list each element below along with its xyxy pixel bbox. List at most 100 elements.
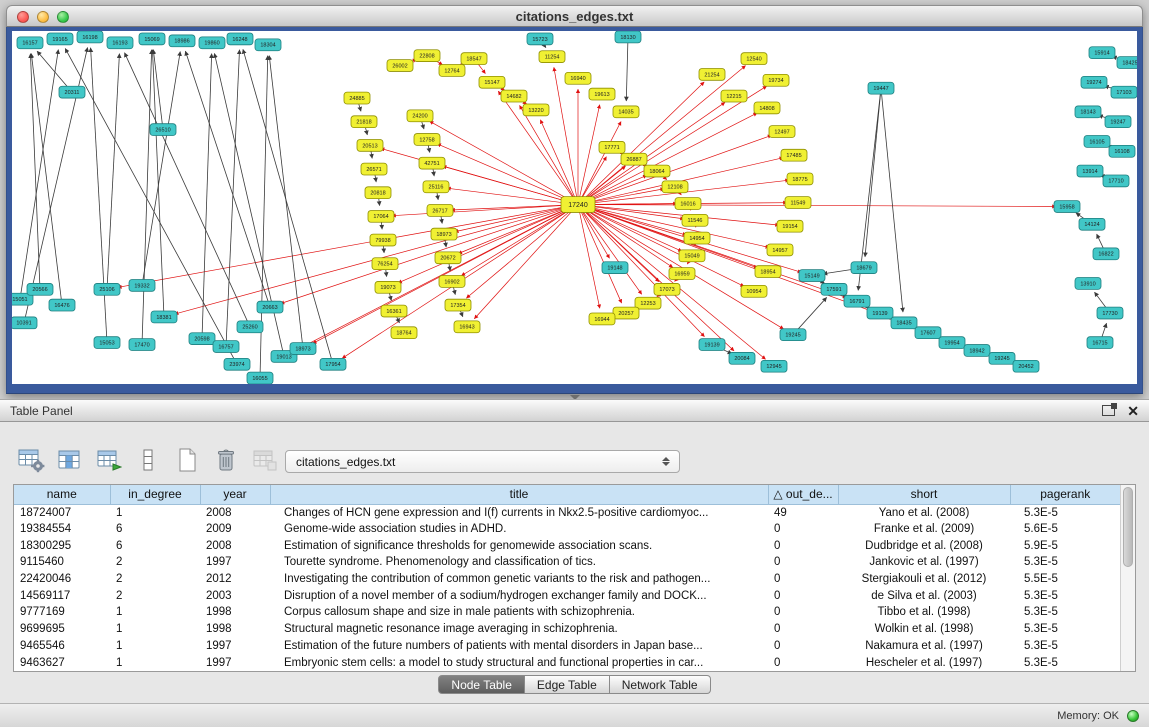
cell-name[interactable]: 9463627 <box>14 654 110 671</box>
import-table-icon[interactable] <box>250 446 280 474</box>
table-row[interactable]: 2242004622012Investigating the contribut… <box>14 571 1120 588</box>
table-row[interactable]: 946554611997Estimation of the future num… <box>14 638 1120 655</box>
graph-node[interactable]: 26510 <box>150 124 176 136</box>
graph-node[interactable]: 19860 <box>199 37 225 49</box>
cell-name[interactable]: 18724007 <box>14 504 110 521</box>
cell-title[interactable]: Embryonic stem cells: a model to study s… <box>270 654 768 671</box>
graph-node[interactable]: 10954 <box>741 285 767 297</box>
graph-node[interactable]: 12215 <box>721 90 747 102</box>
cell-name[interactable]: 18300295 <box>14 537 110 554</box>
cell-out_degree[interactable]: 0 <box>768 587 838 604</box>
graph-node[interactable]: 16944 <box>589 313 615 325</box>
graph-node[interactable]: 20257 <box>613 307 639 319</box>
cell-pagerank[interactable]: 5.5E-5 <box>1010 571 1120 588</box>
graph-node[interactable]: 14682 <box>501 90 527 102</box>
cell-out_degree[interactable]: 0 <box>768 654 838 671</box>
graph-node[interactable]: 20084 <box>729 352 755 364</box>
graph-node[interactable]: 18425 <box>1117 57 1137 69</box>
graph-node[interactable]: 22808 <box>414 50 440 62</box>
graph-node[interactable]: 16361 <box>381 305 407 317</box>
cell-in_degree[interactable]: 2 <box>110 571 200 588</box>
graph-node[interactable]: 17064 <box>368 210 394 222</box>
column-header-year[interactable]: year <box>200 485 270 504</box>
graph-node[interactable]: 19247 <box>1105 116 1131 128</box>
graph-node[interactable]: 16105 <box>1084 136 1110 148</box>
new-table-icon[interactable] <box>172 446 202 474</box>
graph-node[interactable]: 19245 <box>989 352 1015 364</box>
graph-node[interactable]: 42751 <box>419 157 445 169</box>
graph-node[interactable]: 17607 <box>915 327 941 339</box>
graph-node[interactable]: 16757 <box>213 341 239 353</box>
graph-node[interactable]: 20818 <box>365 187 391 199</box>
graph-node[interactable]: 12758 <box>414 134 440 146</box>
graph-node[interactable]: 19274 <box>1081 76 1107 88</box>
graph-node[interactable]: 16016 <box>675 198 701 210</box>
cell-title[interactable]: Structural magnetic resonance image aver… <box>270 621 768 638</box>
row-height-icon[interactable] <box>133 446 163 474</box>
column-header-name[interactable]: name <box>14 485 110 504</box>
graph-node[interactable]: 14957 <box>767 244 793 256</box>
graph-node[interactable]: 18679 <box>851 262 877 274</box>
cell-title[interactable]: Disruption of a novel member of a sodium… <box>270 587 768 604</box>
graph-node[interactable]: 14035 <box>613 106 639 118</box>
graph-node[interactable]: 12945 <box>761 360 787 372</box>
cell-pagerank[interactable]: 5.3E-5 <box>1010 654 1120 671</box>
cell-title[interactable]: Investigating the contribution of common… <box>270 571 768 588</box>
delete-table-icon[interactable] <box>211 446 241 474</box>
cell-pagerank[interactable]: 5.9E-5 <box>1010 537 1120 554</box>
cell-out_degree[interactable]: 0 <box>768 537 838 554</box>
table-row[interactable]: 911546021997Tourette syndrome. Phenomeno… <box>14 554 1120 571</box>
cell-name[interactable]: 9465546 <box>14 638 110 655</box>
cell-short[interactable]: Nakamura et al. (1997) <box>838 638 1010 655</box>
cell-in_degree[interactable]: 2 <box>110 587 200 604</box>
graph-node[interactable]: 13910 <box>1075 278 1101 290</box>
cell-year[interactable]: 1997 <box>200 638 270 655</box>
graph-node[interactable]: 16193 <box>107 37 133 49</box>
graph-node[interactable]: 16822 <box>1093 248 1119 260</box>
cell-pagerank[interactable]: 5.3E-5 <box>1010 638 1120 655</box>
graph-node[interactable]: 25116 <box>423 181 449 193</box>
network-canvas[interactable]: 1615719165161981619315069189861986016248… <box>12 31 1137 384</box>
graph-node[interactable]: 19139 <box>867 307 893 319</box>
cell-year[interactable]: 1997 <box>200 654 270 671</box>
graph-node[interactable]: 16715 <box>1087 337 1113 349</box>
graph-node[interactable]: 18304 <box>255 39 281 51</box>
cell-short[interactable]: Franke et al. (2009) <box>838 521 1010 538</box>
memory-status-icon[interactable] <box>1127 710 1139 722</box>
graph-node[interactable]: 19613 <box>589 88 615 100</box>
column-header-pagerank[interactable]: pagerank <box>1010 485 1120 504</box>
graph-node[interactable]: 19154 <box>777 220 803 232</box>
graph-node[interactable]: 19332 <box>129 279 155 291</box>
graph-node[interactable]: 18381 <box>151 311 177 323</box>
graph-node[interactable]: 20663 <box>257 301 283 313</box>
column-visibility-icon[interactable] <box>55 446 85 474</box>
table-row[interactable]: 1938455462009Genome-wide association stu… <box>14 521 1120 538</box>
cell-title[interactable]: Changes of HCN gene expression and I(f) … <box>270 504 768 521</box>
table-settings-icon[interactable] <box>16 446 46 474</box>
table-row[interactable]: 977716911998Corpus callosum shape and si… <box>14 604 1120 621</box>
graph-node[interactable]: 24200 <box>407 110 433 122</box>
cell-in_degree[interactable]: 1 <box>110 638 200 655</box>
graph-node[interactable]: 17771 <box>599 141 625 153</box>
graph-node[interactable]: 14954 <box>684 232 710 244</box>
cell-out_degree[interactable]: 49 <box>768 504 838 521</box>
graph-node[interactable]: 20598 <box>189 333 215 345</box>
graph-node[interactable]: 18143 <box>1075 106 1101 118</box>
graph-node[interactable]: 14808 <box>754 102 780 114</box>
graph-node[interactable]: 19245 <box>780 329 806 341</box>
cell-short[interactable]: Dudbridge et al. (2008) <box>838 537 1010 554</box>
graph-node[interactable]: 19165 <box>47 33 73 45</box>
graph-node[interactable]: 16108 <box>1109 145 1135 157</box>
graph-node[interactable]: 76254 <box>372 258 398 270</box>
graph-node[interactable]: 16959 <box>669 268 695 280</box>
graph-node[interactable]: 20566 <box>27 283 53 295</box>
graph-node[interactable]: 12108 <box>662 181 688 193</box>
table-row[interactable]: 946362711997Embryonic stem cells: a mode… <box>14 654 1120 671</box>
graph-node[interactable]: 11546 <box>682 214 708 226</box>
cell-out_degree[interactable]: 0 <box>768 554 838 571</box>
graph-node[interactable]: 16157 <box>17 37 43 49</box>
graph-node[interactable]: 13220 <box>523 104 549 116</box>
graph-node[interactable]: 16476 <box>49 299 75 311</box>
graph-node[interactable]: 18986 <box>169 35 195 47</box>
graph-node[interactable]: 17470 <box>129 339 155 351</box>
